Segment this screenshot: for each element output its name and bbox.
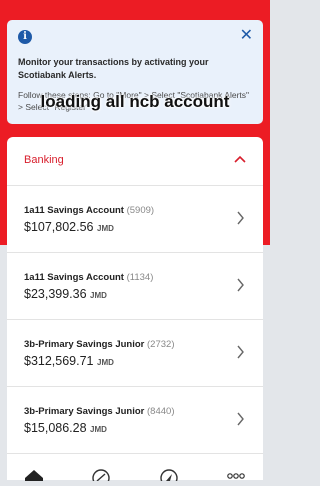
account-balance: $107,802.56 JMD: [24, 220, 114, 234]
home-icon[interactable]: [24, 468, 44, 486]
account-name: 1a11 Savings Account (5909): [24, 205, 155, 216]
banking-section-header[interactable]: Banking: [7, 137, 263, 186]
account-balance: $23,399.36 JMD: [24, 287, 107, 301]
alert-message: Monitor your transactions by activating …: [18, 57, 209, 80]
banking-title: Banking: [24, 154, 64, 166]
account-row[interactable]: 3b-Primary Savings Junior (8440) $15,086…: [7, 387, 263, 454]
banking-card: Banking 1a11 Savings Account (5909) $107…: [7, 137, 263, 480]
compass-icon[interactable]: [160, 468, 178, 486]
account-name: 3b-Primary Savings Junior (8440): [24, 406, 175, 417]
account-currency: JMD: [97, 224, 114, 233]
transfer-icon[interactable]: [92, 468, 110, 486]
account-number: (1134): [126, 272, 154, 283]
account-number: (2732): [147, 339, 175, 350]
account-row[interactable]: 1a11 Savings Account (1134) $23,399.36 J…: [7, 253, 263, 320]
chevron-right-icon: [237, 345, 244, 359]
chevron-right-icon: [237, 278, 244, 292]
more-icon[interactable]: [226, 468, 246, 486]
account-balance: $312,569.71 JMD: [24, 354, 114, 368]
account-name: 3b-Primary Savings Junior (2732): [24, 339, 175, 350]
account-row[interactable]: 1a11 Savings Account (5909) $107,802.56 …: [7, 186, 263, 253]
account-name: 1a11 Savings Account (1134): [24, 272, 154, 283]
close-icon[interactable]: ✕: [240, 26, 253, 46]
account-number: (8440): [147, 406, 175, 417]
bottom-nav: [0, 466, 270, 486]
account-number: (5909): [126, 205, 155, 216]
account-currency: JMD: [90, 425, 107, 434]
chevron-right-icon: [237, 211, 244, 225]
account-currency: JMD: [90, 291, 107, 300]
chevron-up-icon[interactable]: [233, 153, 247, 165]
overlay-caption: loading all ncb account: [40, 92, 230, 111]
chevron-right-icon: [237, 412, 244, 426]
account-currency: JMD: [97, 358, 114, 367]
account-balance: $15,086.28 JMD: [24, 421, 107, 435]
account-row[interactable]: 3b-Primary Savings Junior (2732) $312,56…: [7, 320, 263, 387]
info-icon: i: [18, 30, 32, 44]
